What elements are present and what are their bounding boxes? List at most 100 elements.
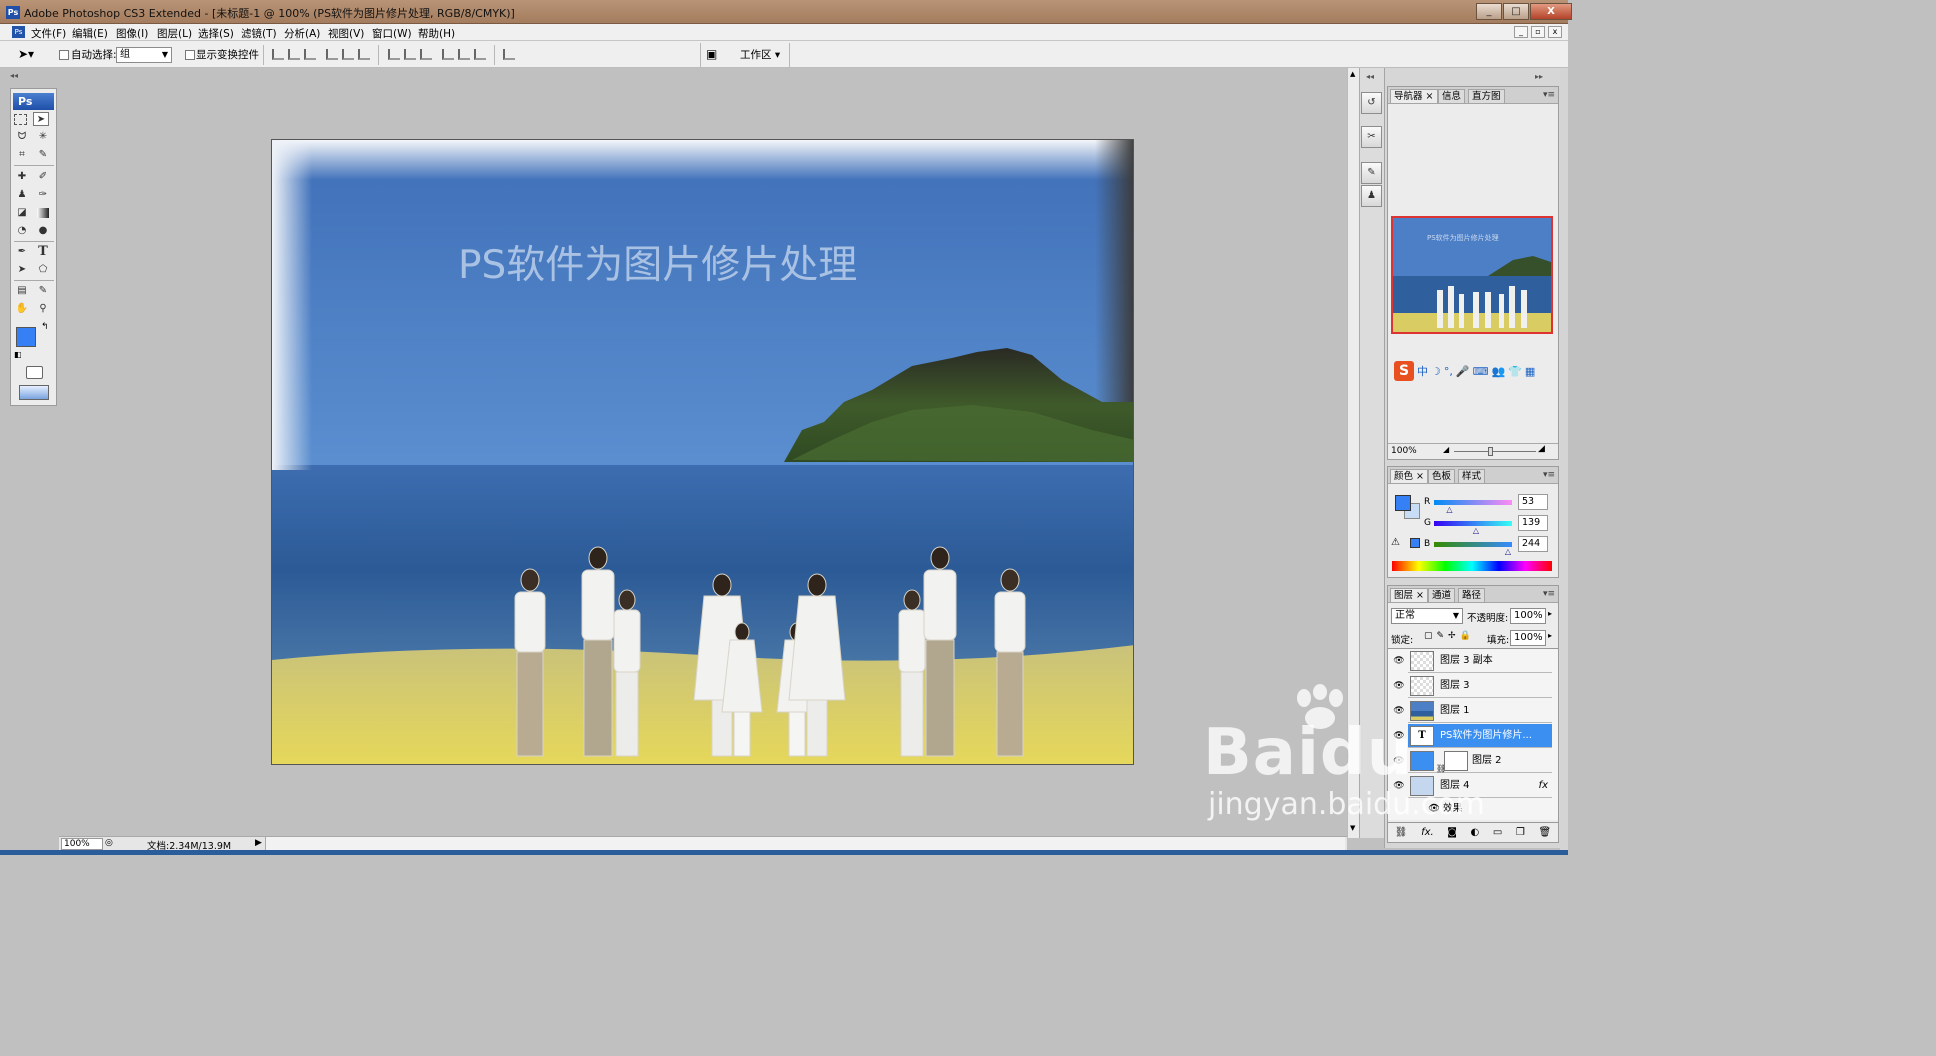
color-foreground-swatch[interactable] — [1395, 495, 1411, 511]
close-button[interactable]: X — [1530, 3, 1572, 20]
gamut-swatch[interactable] — [1410, 538, 1420, 548]
layer-row-selected[interactable]: 👁 T PS软件为图片修片... — [1393, 724, 1552, 748]
history-brush-icon[interactable]: ✑ — [35, 188, 51, 202]
workspace-button[interactable]: 工作区 ▾ — [740, 47, 780, 62]
fill-field[interactable]: 100% — [1510, 630, 1546, 646]
tab-swatches[interactable]: 色板 — [1428, 469, 1456, 483]
right-edge-scrollbar[interactable] — [1560, 68, 1568, 855]
type-tool-icon[interactable]: T — [35, 245, 51, 259]
channel-r-value[interactable]: 53 — [1518, 494, 1548, 510]
lock-icons[interactable]: ▢✎✢🔒 — [1424, 631, 1475, 641]
out-of-gamut-warning-icon[interactable]: ⚠ — [1391, 537, 1400, 548]
history-panel-icon[interactable]: ↺ — [1361, 92, 1382, 114]
layer-row[interactable]: 👁 图层 3 — [1393, 674, 1552, 698]
tool-presets-icon[interactable]: ✂ — [1361, 126, 1382, 148]
ime-moon-icon[interactable]: ☽ — [1431, 365, 1441, 378]
blur-tool-icon[interactable]: ◔ — [14, 224, 30, 238]
quick-mask-icon[interactable] — [26, 366, 43, 379]
collapse-toolbox-icon[interactable]: ◂◂ — [10, 71, 18, 80]
status-menu-arrow-icon[interactable]: ▶ — [255, 838, 262, 848]
crop-tool-icon[interactable]: ⌗ — [14, 148, 30, 162]
ime-keyboard-icon[interactable]: ⌨ — [1473, 365, 1489, 378]
default-colors-icon[interactable]: ◧ — [14, 350, 22, 359]
maximize-button[interactable]: □ — [1503, 3, 1529, 20]
distribute-left-icon[interactable] — [442, 49, 454, 60]
navigator-zoom-slider[interactable] — [1454, 451, 1536, 452]
magic-wand-icon[interactable]: ✳ — [35, 130, 51, 144]
add-style-icon[interactable]: fx. — [1421, 827, 1434, 838]
notes-tool-icon[interactable]: ▤ — [14, 284, 30, 298]
doc-minimize-button[interactable]: _ — [1514, 26, 1528, 38]
visibility-eye-icon[interactable]: 👁 — [1392, 654, 1406, 668]
zoom-field[interactable]: 100% — [61, 838, 103, 850]
blend-mode-dropdown[interactable]: 正常 ▼ — [1391, 608, 1463, 624]
slice-tool-icon[interactable]: ✎ — [35, 148, 51, 162]
ime-chinese-icon[interactable]: 中 — [1417, 363, 1428, 379]
tab-paths[interactable]: 路径 — [1458, 588, 1486, 602]
layer-effects-icon[interactable]: fx — [1539, 774, 1548, 798]
brushes-panel-icon[interactable]: ✎ — [1361, 162, 1382, 184]
horizontal-scrollbar[interactable] — [265, 837, 1345, 850]
distribute-vcenter-icon[interactable] — [404, 49, 416, 60]
opacity-field[interactable]: 100% — [1510, 608, 1546, 624]
dodge-tool-icon[interactable]: ● — [35, 224, 51, 238]
new-layer-icon[interactable]: ❐ — [1516, 827, 1525, 838]
menu-file[interactable]: 文件(F) — [31, 26, 66, 41]
panel-menu-icon[interactable]: ▾≡ — [1543, 90, 1555, 100]
align-right-icon[interactable] — [358, 49, 370, 60]
menu-view[interactable]: 视图(V) — [328, 26, 364, 41]
collapse-panels-icon[interactable]: ▸▸ — [1535, 72, 1543, 81]
zoom-out-icon[interactable]: ◢ — [1443, 445, 1449, 454]
channel-b-slider[interactable] — [1434, 542, 1512, 547]
align-hcenter-icon[interactable] — [342, 49, 354, 60]
path-selection-icon[interactable]: ➤ — [14, 263, 30, 277]
close-tab-icon[interactable]: × — [1416, 471, 1424, 482]
sogou-ime-icon[interactable]: S — [1394, 361, 1414, 381]
layer-row[interactable]: 👁 图层 3 副本 — [1393, 649, 1552, 673]
zoom-tool-icon[interactable]: ⚲ — [35, 302, 51, 316]
layer-row[interactable]: 👁 ⛓ 图层 2 — [1393, 749, 1552, 773]
status-icon[interactable]: ◎ — [105, 838, 113, 848]
channel-r-thumb[interactable]: △ — [1446, 505, 1452, 514]
channel-b-value[interactable]: 244 — [1518, 536, 1548, 552]
distribute-hcenter-icon[interactable] — [458, 49, 470, 60]
adjustment-layer-icon[interactable]: ◐ — [1471, 827, 1480, 838]
screen-mode-icon[interactable] — [19, 385, 49, 400]
menu-filter[interactable]: 滤镜(T) — [241, 26, 277, 41]
tab-channels[interactable]: 通道 — [1428, 588, 1456, 602]
align-vcenter-icon[interactable] — [288, 49, 300, 60]
channel-g-thumb[interactable]: △ — [1473, 526, 1479, 535]
distribute-right-icon[interactable] — [474, 49, 486, 60]
fill-arrow-icon[interactable]: ▸ — [1548, 631, 1552, 640]
navigator-zoom-field[interactable]: 100% — [1391, 446, 1427, 458]
ime-grid-icon[interactable]: ▦ — [1525, 365, 1535, 378]
show-transform-checkbox[interactable] — [185, 50, 195, 60]
menu-layer[interactable]: 图层(L) — [157, 26, 192, 41]
close-tab-icon[interactable]: × — [1426, 91, 1434, 102]
tab-navigator[interactable]: 导航器 × — [1390, 89, 1438, 103]
panel-menu-icon[interactable]: ▾≡ — [1543, 470, 1555, 480]
menu-select[interactable]: 选择(S) — [198, 26, 234, 41]
move-tool-icon[interactable]: ➤ — [33, 112, 49, 126]
auto-select-checkbox[interactable] — [59, 50, 69, 60]
menu-image[interactable]: 图像(I) — [116, 26, 148, 41]
doc-restore-button[interactable]: ▫ — [1531, 26, 1545, 38]
delete-layer-icon[interactable]: 🗑 — [1538, 827, 1551, 838]
scroll-up-icon[interactable]: ▲ — [1350, 70, 1355, 78]
link-layers-icon[interactable]: ⛓ — [1395, 827, 1408, 838]
clone-source-icon[interactable]: ♟ — [1361, 185, 1382, 207]
menu-window[interactable]: 窗口(W) — [372, 26, 412, 41]
eraser-tool-icon[interactable]: ◪ — [14, 206, 30, 220]
align-top-icon[interactable] — [272, 49, 284, 60]
navigator-zoom-thumb[interactable] — [1488, 447, 1493, 456]
expand-dock-icon[interactable]: ◂◂ — [1366, 72, 1374, 81]
ime-user-icon[interactable]: 👥 — [1491, 365, 1505, 378]
swap-colors-icon[interactable]: ↰ — [41, 322, 49, 332]
zoom-in-icon[interactable]: ◢ — [1538, 444, 1545, 454]
channel-b-thumb[interactable]: △ — [1505, 547, 1511, 556]
channel-g-value[interactable]: 139 — [1518, 515, 1548, 531]
scroll-down-icon[interactable]: ▼ — [1350, 824, 1355, 832]
document-icon[interactable]: Ps — [12, 26, 25, 38]
new-group-icon[interactable]: ▭ — [1493, 827, 1502, 838]
hand-tool-icon[interactable]: ✋ — [14, 302, 30, 316]
